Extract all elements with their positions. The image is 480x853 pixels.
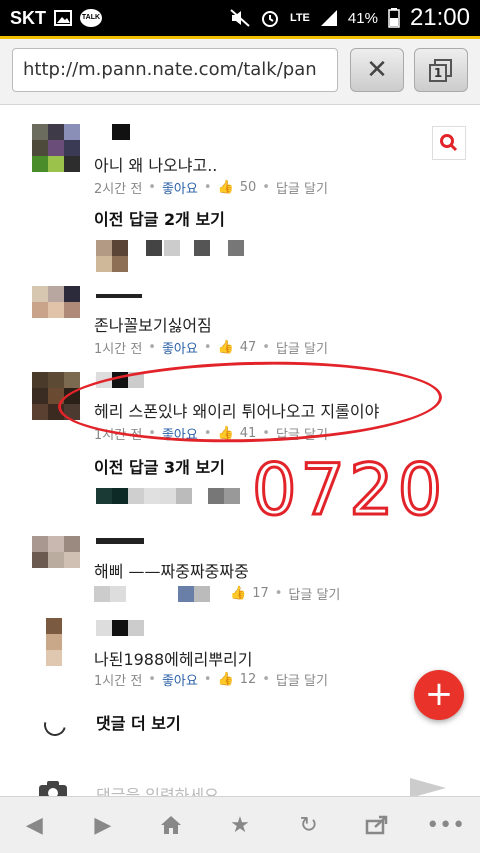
more-comments-button[interactable]: 댓글 더 보기	[96, 710, 181, 734]
comment-text: 해삐 ——짜중짜중짜중	[94, 562, 249, 581]
avatar	[32, 124, 80, 172]
comment-time: 2시간 전	[94, 182, 143, 197]
red-highlight-circle	[57, 356, 443, 448]
image-icon	[54, 10, 72, 26]
avatar	[32, 536, 80, 570]
camera-icon[interactable]	[38, 780, 68, 796]
share-icon	[365, 815, 388, 835]
like-count: 17	[252, 586, 269, 601]
reply-button[interactable]: 답글 달기	[276, 670, 328, 689]
more-dots-icon: •••	[426, 812, 466, 838]
bookmark-button[interactable]: ★	[220, 805, 260, 845]
comment-meta: 1시간 전 • 좋아요 • 👍 47 • 답글 달기	[94, 338, 328, 357]
alarm-icon	[261, 11, 278, 27]
thumbs-up-icon: 👍	[217, 180, 234, 195]
clock: 21:00	[409, 4, 470, 31]
forward-button[interactable]: ▶	[83, 805, 123, 845]
comment-time: 1시간 전	[94, 342, 143, 357]
status-bar: SKT TALK LTE 41% 21:00	[0, 0, 480, 36]
comment-text: 아니 왜 나오냐고..	[94, 156, 218, 175]
search-button[interactable]	[432, 126, 466, 160]
show-previous-replies[interactable]: 이전 답글 2개 보기	[94, 206, 225, 230]
add-fab-button[interactable]: +	[414, 670, 464, 720]
home-button[interactable]	[151, 805, 191, 845]
handwritten-annotation: 0720	[251, 448, 446, 526]
username-mosaic	[96, 620, 146, 636]
mute-icon	[230, 9, 250, 27]
annotation-text: 0720	[252, 449, 446, 526]
home-icon	[161, 816, 182, 834]
comment-text: 존나꼴보기싫어짐	[94, 316, 212, 335]
browser-bottom-nav: ◀ ▶ ★ ↻ •••	[0, 796, 480, 853]
like-count: 50	[239, 180, 257, 195]
comment-meta: 👍 17 • 답글 달기	[94, 584, 340, 603]
comment-compose: 댓글을 입력하세요	[0, 772, 480, 796]
carrier-label: SKT	[10, 7, 46, 28]
network-label: LTE	[289, 12, 310, 24]
like-button[interactable]: 좋아요	[162, 178, 198, 197]
close-icon: ✕	[366, 55, 388, 85]
refresh-button[interactable]: ↻	[289, 805, 329, 845]
more-menu-button[interactable]: •••	[426, 805, 466, 845]
like-count: 12	[239, 672, 257, 687]
avatar	[96, 240, 128, 272]
send-icon[interactable]	[408, 776, 448, 796]
star-icon: ★	[230, 812, 250, 838]
thumbs-up-icon: 👍	[217, 340, 234, 355]
username-mosaic	[112, 124, 132, 140]
username-mosaic	[96, 294, 142, 300]
show-previous-replies[interactable]: 이전 답글 3개 보기	[94, 454, 225, 478]
thumbs-up-icon: 👍	[217, 672, 234, 687]
back-button[interactable]: ◀	[14, 805, 54, 845]
comment-time: 1시간 전	[94, 674, 143, 689]
reply-button[interactable]: 답글 달기	[276, 338, 328, 357]
meta-mosaic	[94, 585, 224, 602]
close-button[interactable]: ✕	[350, 48, 404, 92]
comment-section: 아니 왜 나오냐고.. 2시간 전 • 좋아요 • 👍 50 • 답글 달기 이전 답…	[0, 106, 480, 796]
signal-icon	[320, 10, 337, 26]
like-button[interactable]: 좋아요	[162, 670, 198, 689]
like-button[interactable]: 좋아요	[162, 338, 198, 357]
battery-icon	[388, 8, 400, 28]
comment-meta: 1시간 전 • 좋아요 • 👍 12 • 답글 달기	[94, 670, 328, 689]
thumbs-up-icon: 👍	[230, 586, 247, 601]
tabs-button[interactable]: 1	[414, 48, 468, 92]
reply-button[interactable]: 답글 달기	[276, 178, 328, 197]
talk-icon: TALK	[80, 9, 102, 27]
forward-arrow-icon: ▶	[94, 812, 112, 838]
reply-button[interactable]: 답글 달기	[288, 584, 340, 603]
username-mosaic	[146, 240, 246, 256]
tab-count: 1	[429, 64, 447, 82]
avatar	[46, 618, 62, 666]
url-field[interactable]: http://m.pann.nate.com/talk/pan	[12, 48, 338, 92]
username-mosaic	[96, 538, 144, 548]
comment-input[interactable]: 댓글을 입력하세요	[96, 782, 219, 796]
plus-icon: +	[424, 674, 454, 714]
refresh-icon: ↻	[299, 812, 318, 838]
username-mosaic	[96, 488, 246, 504]
like-count: 47	[239, 340, 257, 355]
comment-text: 나된1988에헤리뿌리기	[94, 650, 253, 669]
search-icon	[440, 134, 458, 152]
comment-meta: 2시간 전 • 좋아요 • 👍 50 • 답글 달기	[94, 178, 328, 197]
browser-toolbar: http://m.pann.nate.com/talk/pan ✕ 1	[0, 39, 480, 105]
loading-spinner-icon	[39, 709, 71, 741]
share-button[interactable]	[357, 805, 397, 845]
avatar	[32, 286, 80, 322]
battery-percent: 41%	[347, 9, 378, 27]
back-arrow-icon: ◀	[25, 812, 43, 838]
tabs-icon: 1	[429, 59, 453, 82]
